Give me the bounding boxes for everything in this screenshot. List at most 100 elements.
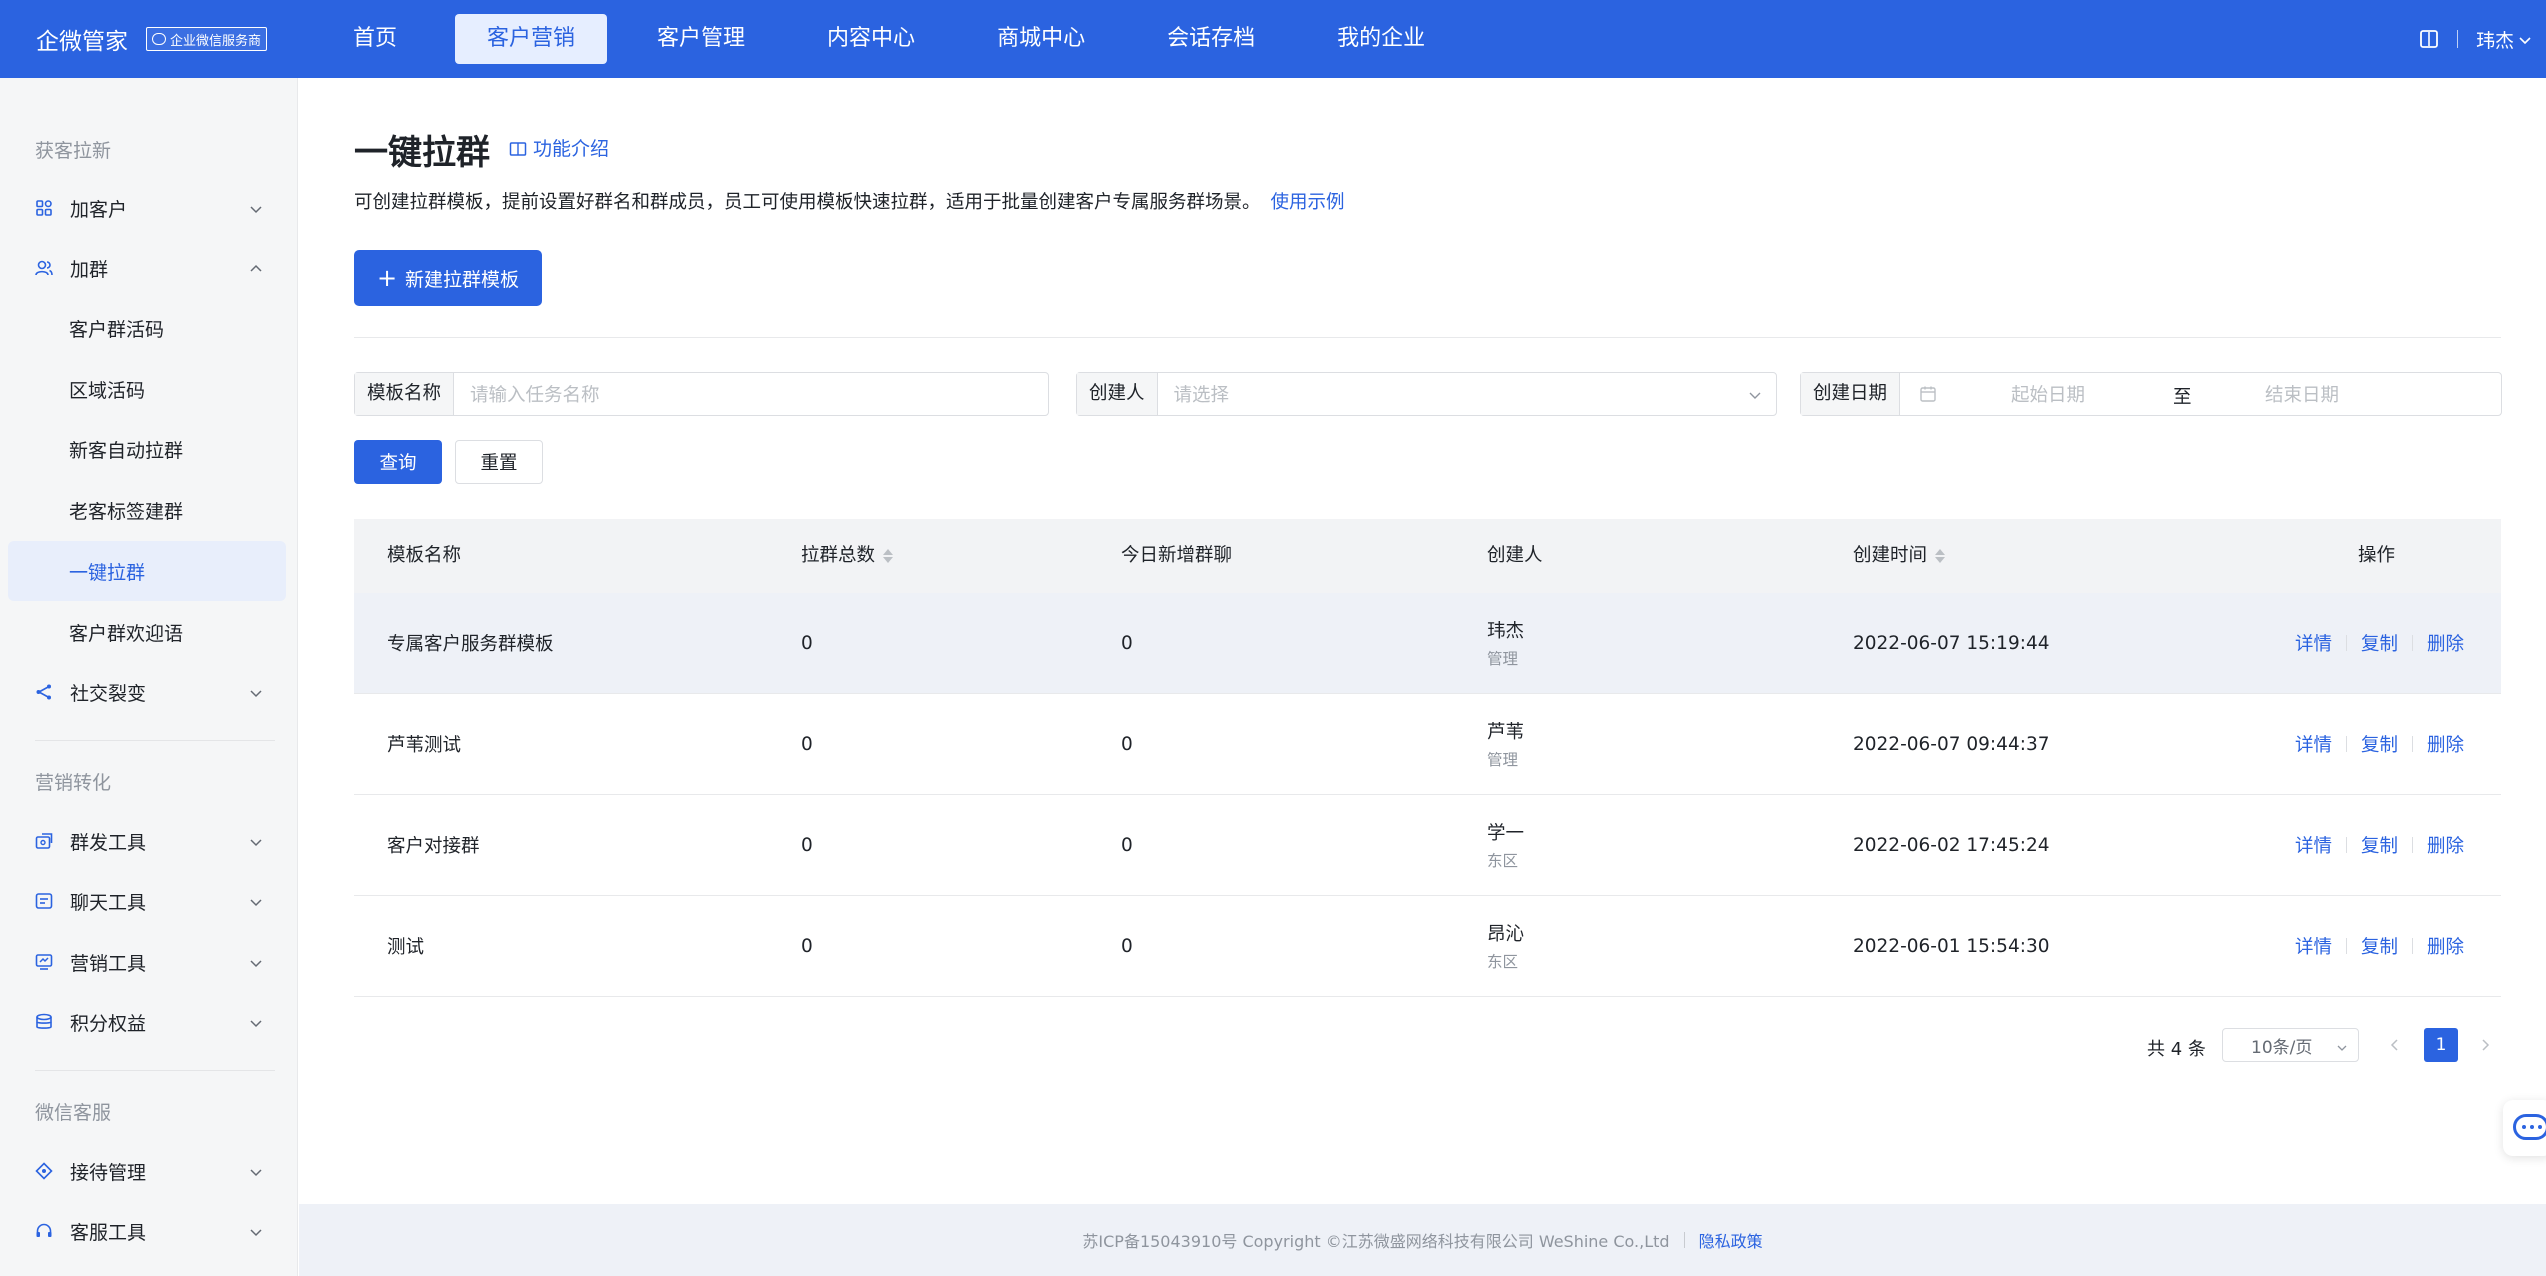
- sidebar-sub-label: 老客标签建群: [69, 500, 184, 523]
- sidebar-item-points[interactable]: 积分权益: [8, 992, 286, 1052]
- delete-link[interactable]: 删除: [2427, 630, 2464, 656]
- nav-item-customer-marketing[interactable]: 客户营销: [455, 14, 608, 64]
- sidebar-sub-group-welcome[interactable]: 客户群欢迎语: [8, 602, 286, 662]
- detail-link[interactable]: 详情: [2295, 832, 2332, 858]
- prev-page-icon[interactable]: [2386, 1036, 2404, 1054]
- sidebar-item-chat-tools[interactable]: 聊天工具: [8, 871, 286, 931]
- col-template-name: 模板名称: [387, 519, 461, 593]
- next-page-icon[interactable]: [2476, 1036, 2494, 1054]
- nav-item-session-archive[interactable]: 会话存档: [1135, 14, 1287, 64]
- user-name[interactable]: 玮杰: [2476, 26, 2514, 53]
- sidebar-item-mass-tools[interactable]: 群发工具: [8, 811, 286, 871]
- table-header: 模板名称 拉群总数 今日新增群聊 创建人 创建时间 操作: [354, 519, 2501, 593]
- help-book-icon[interactable]: [2419, 29, 2439, 49]
- table-row: 芦苇测试 0 0 芦苇 管理 2022-06-07 09:44:37 详情 复制…: [354, 694, 2501, 795]
- cell-creator: 昂沁 东区: [1487, 896, 1524, 996]
- cell-actions: 详情 复制 删除: [2295, 795, 2464, 895]
- template-name-label: 模板名称: [355, 373, 455, 415]
- date-start-input[interactable]: 起始日期: [2011, 381, 2085, 407]
- sidebar-item-reception[interactable]: 接待管理: [8, 1141, 286, 1201]
- sidebar-item-label: 积分权益: [70, 1012, 147, 1035]
- delete-link[interactable]: 删除: [2427, 933, 2464, 959]
- date-range-separator: 至: [2173, 387, 2192, 408]
- cell-template-name: 专属客户服务群模板: [387, 634, 554, 655]
- chevron-down-icon: [248, 833, 264, 849]
- sidebar: 获客拉新 加客户 加群 客户群活码 区域活码 新客自动拉群 老客标签建群 一键拉…: [0, 78, 298, 1276]
- nav-item-mall-center[interactable]: 商城中心: [965, 14, 1117, 64]
- query-button[interactable]: 查询: [354, 440, 442, 484]
- brand[interactable]: 企微管家 企业微信服务商: [36, 0, 268, 78]
- sort-icon[interactable]: [1935, 549, 1946, 563]
- monitor-chart-icon: [34, 952, 54, 972]
- cell-total: 0: [801, 834, 813, 856]
- nav-item-my-enterprise[interactable]: 我的企业: [1305, 14, 1457, 64]
- copy-link[interactable]: 复制: [2361, 731, 2398, 757]
- cell-actions: 详情 复制 删除: [2295, 896, 2464, 996]
- sidebar-item-label: 客服工具: [70, 1221, 147, 1244]
- detail-link[interactable]: 详情: [2295, 731, 2332, 757]
- privacy-policy-link[interactable]: 隐私政策: [1699, 1228, 1763, 1252]
- sidebar-item-add-group[interactable]: 加群: [8, 238, 286, 298]
- sidebar-sub-tag-group[interactable]: 老客标签建群: [8, 480, 286, 540]
- cell-today: 0: [1121, 733, 1133, 755]
- chevron-down-icon[interactable]: [2518, 32, 2532, 46]
- sidebar-sub-region-qrcode[interactable]: 区域活码: [8, 359, 286, 419]
- template-name-input[interactable]: 请输入任务名称: [470, 381, 600, 407]
- create-date-filter[interactable]: 创建日期 起始日期 至 结束日期: [1800, 372, 2502, 416]
- detail-link[interactable]: 详情: [2295, 933, 2332, 959]
- nav-item-customer-management[interactable]: 客户管理: [625, 14, 777, 64]
- copy-link[interactable]: 复制: [2361, 832, 2398, 858]
- page-number-current[interactable]: 1: [2424, 1028, 2458, 1062]
- usage-example-link[interactable]: 使用示例: [1271, 192, 1345, 213]
- cell-creator: 芦苇 管理: [1487, 694, 1524, 794]
- chat-box-icon: [34, 891, 54, 911]
- sidebar-sub-auto-group[interactable]: 新客自动拉群: [8, 419, 286, 479]
- cell-today: 0: [1121, 632, 1133, 654]
- cell-create-time: 2022-06-07 09:44:37: [1853, 733, 2050, 755]
- cell-total: 0: [801, 632, 813, 654]
- wecom-icon: [152, 33, 166, 45]
- cell-creator: 玮杰 管理: [1487, 593, 1524, 693]
- sidebar-item-social-fission[interactable]: 社交裂变: [8, 662, 286, 722]
- col-total-groups[interactable]: 拉群总数: [801, 519, 894, 593]
- sort-icon[interactable]: [883, 549, 894, 563]
- col-create-time[interactable]: 创建时间: [1853, 519, 1946, 593]
- copy-link[interactable]: 复制: [2361, 630, 2398, 656]
- feature-intro-link[interactable]: 功能介绍: [509, 134, 609, 161]
- creator-dept: 管理: [1487, 650, 1519, 668]
- delete-link[interactable]: 删除: [2427, 731, 2464, 757]
- nav-item-content-center[interactable]: 内容中心: [795, 14, 947, 64]
- sidebar-item-label: 聊天工具: [70, 891, 147, 914]
- page-size-value: 10条/页: [2251, 1037, 2313, 1058]
- creator-select[interactable]: 请选择: [1174, 381, 1230, 407]
- detail-link[interactable]: 详情: [2295, 630, 2332, 656]
- sidebar-item-marketing-tools[interactable]: 营销工具: [8, 932, 286, 992]
- date-end-input[interactable]: 结束日期: [2265, 381, 2339, 407]
- sidebar-item-add-customer[interactable]: 加客户: [8, 178, 286, 238]
- reset-button[interactable]: 重置: [455, 440, 543, 484]
- action-divider: [2345, 635, 2347, 651]
- copy-link[interactable]: 复制: [2361, 933, 2398, 959]
- page-size-select[interactable]: 10条/页: [2222, 1028, 2359, 1062]
- creator-name: 昂沁: [1487, 924, 1525, 945]
- page-description: 可创建拉群模板，提前设置好群名和群成员，员工可使用模板快速拉群，适用于批量创建客…: [354, 188, 1345, 214]
- new-template-button[interactable]: + 新建拉群模板: [354, 250, 542, 306]
- delete-link[interactable]: 删除: [2427, 832, 2464, 858]
- col-creator: 创建人: [1487, 519, 1543, 593]
- creator-dept: 东区: [1487, 953, 1519, 971]
- cell-actions: 详情 复制 删除: [2295, 694, 2464, 794]
- nav-item-home[interactable]: 首页: [335, 14, 429, 64]
- share-icon: [34, 682, 54, 702]
- support-chat-button[interactable]: [2503, 1100, 2546, 1156]
- chevron-up-icon: [248, 260, 264, 276]
- sidebar-sub-group-qrcode[interactable]: 客户群活码: [8, 298, 286, 358]
- action-divider: [2345, 837, 2347, 853]
- chevron-down-icon: [248, 893, 264, 909]
- brand-name: 企微管家: [36, 29, 128, 55]
- sidebar-sub-one-click-group[interactable]: 一键拉群: [8, 541, 286, 601]
- tag-diamond-icon: [34, 1161, 54, 1181]
- sidebar-item-service-tools[interactable]: 客服工具: [8, 1201, 286, 1261]
- chevron-down-icon: [248, 1163, 264, 1179]
- send-box-icon: [34, 831, 54, 851]
- creator-filter[interactable]: 创建人 请选择: [1076, 372, 1777, 416]
